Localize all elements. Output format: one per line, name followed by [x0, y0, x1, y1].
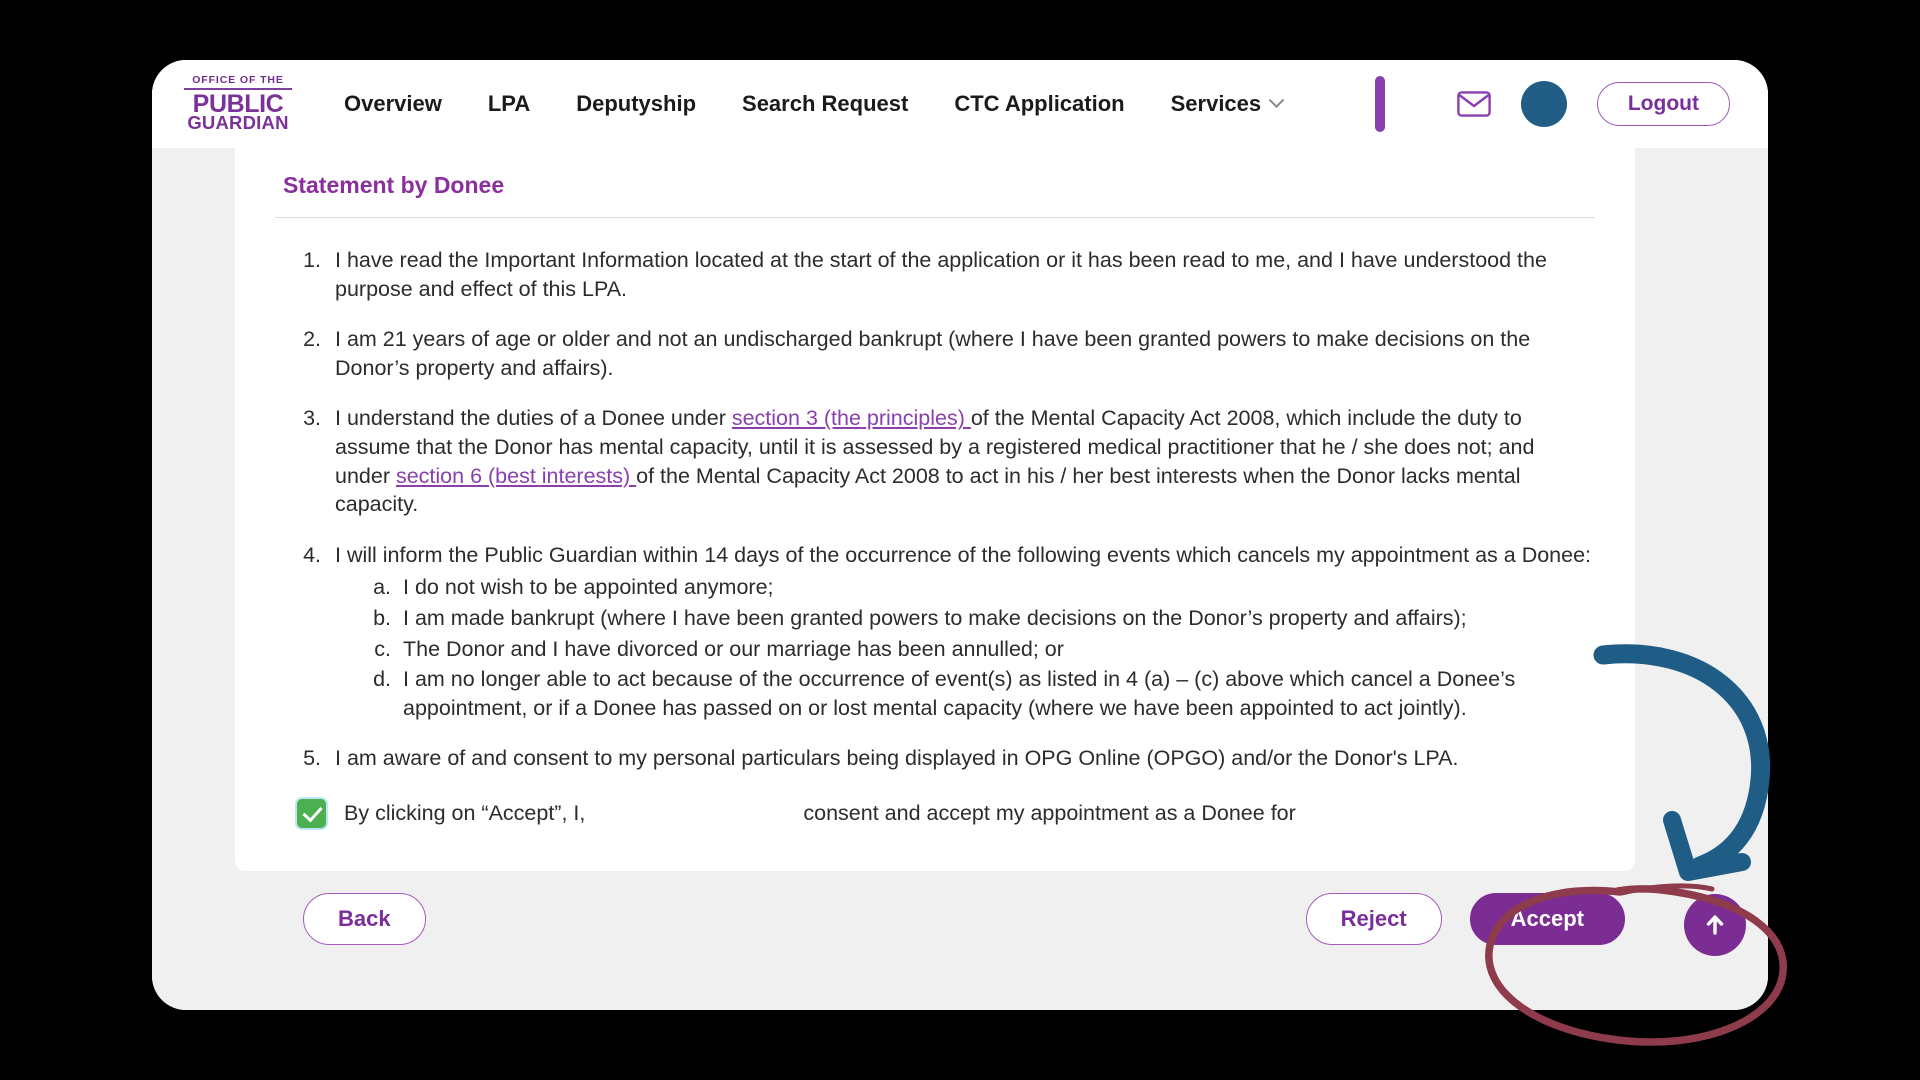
primary-actions: Reject Accept — [1305, 893, 1635, 945]
back-button[interactable]: Back — [303, 893, 426, 945]
statement-text-2: I am 21 years of age or older and not an… — [335, 327, 1531, 380]
accept-button[interactable]: Accept — [1469, 893, 1625, 945]
list-item: I understand the duties of a Donee under… — [327, 404, 1595, 518]
scroll-to-top-button[interactable] — [1684, 894, 1746, 956]
nav-label-search-request: Search Request — [742, 91, 909, 116]
sub-statement-text-a: I do not wish to be appointed anymore; — [403, 575, 774, 600]
consent-checkbox[interactable] — [297, 798, 326, 828]
list-item: I have read the Important Information lo… — [327, 246, 1595, 303]
reject-button[interactable]: Reject — [1305, 893, 1442, 945]
arrow-up-icon — [1706, 915, 1724, 935]
page-body: Statement by Donee I have read the Impor… — [152, 148, 1768, 1010]
consent-row: By clicking on “Accept”, I, consent and … — [275, 798, 1595, 828]
top-header-bar: OFFICE OF THE PUBLIC GUARDIAN Overview L… — [152, 60, 1768, 148]
list-item: I will inform the Public Guardian within… — [327, 541, 1595, 723]
nav-item-deputyship[interactable]: Deputyship — [576, 91, 696, 117]
app-window: OFFICE OF THE PUBLIC GUARDIAN Overview L… — [152, 60, 1768, 1010]
chevron-down-icon — [1268, 91, 1285, 108]
statement-text-4: I will inform the Public Guardian within… — [335, 542, 1592, 567]
sub-statement-text-c: The Donor and I have divorced or our mar… — [403, 636, 1064, 661]
list-item: I am 21 years of age or older and not an… — [327, 325, 1595, 382]
scrollbar-thumb[interactable] — [1374, 76, 1385, 132]
logo-line-guardian: GUARDIAN — [187, 112, 289, 134]
consent-text-before: By clicking on “Accept”, I, — [344, 800, 586, 825]
nav-item-lpa[interactable]: LPA — [488, 91, 530, 117]
sub-list-item: I am made bankrupt (where I have been gr… — [397, 604, 1595, 633]
consent-text-after: consent and accept my appointment as a D… — [803, 800, 1296, 825]
sub-list-item: The Donor and I have divorced or our mar… — [397, 635, 1595, 664]
statement-text-3a: I understand the duties of a Donee under — [335, 406, 732, 431]
envelope-icon[interactable] — [1457, 90, 1491, 118]
header-right-cluster: Logout — [1374, 76, 1768, 132]
logout-button[interactable]: Logout — [1596, 82, 1730, 126]
link-section-3-principles[interactable]: section 3 (the principles) — [732, 406, 971, 430]
user-avatar[interactable] — [1520, 81, 1567, 127]
sub-statement-text-b: I am made bankrupt (where I have been gr… — [403, 605, 1467, 630]
opg-logo[interactable]: OFFICE OF THE PUBLIC GUARDIAN — [184, 75, 292, 133]
nav-label-ctc-application: CTC Application — [954, 91, 1125, 116]
nav-item-search-request[interactable]: Search Request — [742, 91, 908, 117]
page-title: Statement by Donee — [283, 172, 505, 198]
statement-list: I have read the Important Information lo… — [275, 246, 1595, 773]
nav-item-overview[interactable]: Overview — [344, 91, 442, 117]
nav-item-services[interactable]: Services — [1170, 91, 1285, 117]
statement-content-card: Statement by Donee I have read the Impor… — [235, 148, 1635, 871]
title-divider — [275, 217, 1595, 218]
statement-sub-list: I do not wish to be appointed anymore; I… — [335, 573, 1595, 722]
statement-text-1: I have read the Important Information lo… — [335, 248, 1547, 301]
nav-label-services: Services — [1170, 91, 1262, 116]
nav-label-deputyship: Deputyship — [576, 91, 697, 116]
sub-list-item: I am no longer able to act because of th… — [397, 665, 1595, 722]
nav-label-lpa: LPA — [487, 91, 531, 116]
link-section-6-best-interests[interactable]: section 6 (best interests) — [396, 464, 636, 488]
nav-label-overview: Overview — [344, 91, 442, 116]
main-navigation: Overview LPA Deputyship Search Request C… — [344, 91, 1285, 117]
statement-text-5: I am aware of and consent to my personal… — [335, 746, 1459, 771]
nav-item-ctc-application[interactable]: CTC Application — [954, 91, 1124, 117]
action-button-bar: Back Reject Accept — [235, 893, 1635, 945]
logo-line-office-of-the: OFFICE OF THE — [184, 75, 292, 91]
sub-list-item: I do not wish to be appointed anymore; — [397, 573, 1595, 602]
sub-statement-text-d: I am no longer able to act because of th… — [403, 667, 1516, 720]
list-item: I am aware of and consent to my personal… — [327, 744, 1595, 773]
